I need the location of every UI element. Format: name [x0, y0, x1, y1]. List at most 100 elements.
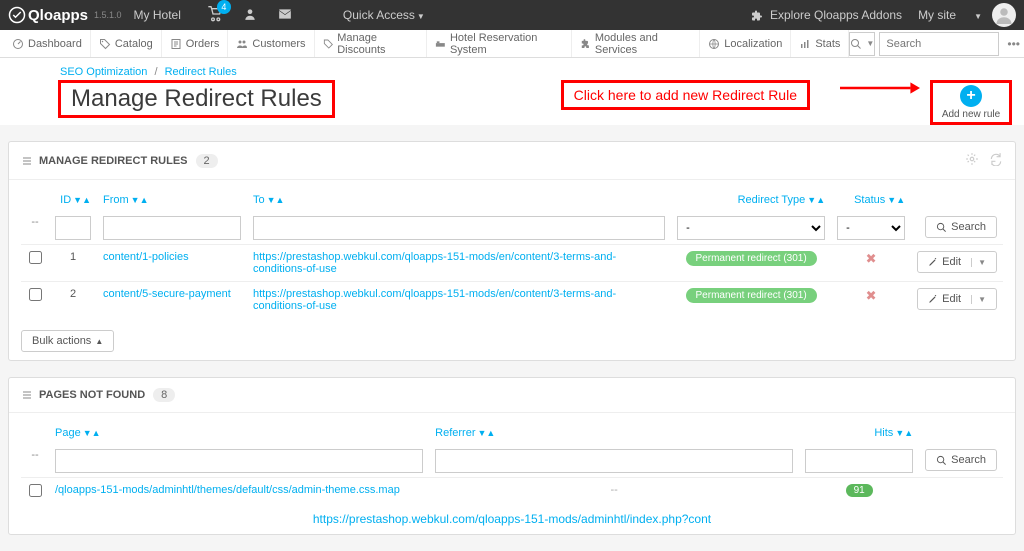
filter-hits[interactable]	[805, 449, 913, 473]
panel-header: PAGES NOT FOUND 8	[9, 378, 1015, 413]
panel-count: 8	[153, 388, 175, 402]
pencil-icon	[928, 294, 938, 304]
mail-icon[interactable]	[277, 7, 293, 24]
nav-hrs[interactable]: Hotel Reservation System	[427, 30, 572, 57]
brand-logo[interactable]: Qloapps	[8, 6, 88, 24]
filter-id[interactable]	[55, 216, 91, 240]
topbar: Qloapps 1.5.1.0 My Hotel 4 Quick Access▼…	[0, 0, 1024, 30]
me-dropdown[interactable]: ▼	[972, 8, 982, 22]
row-to[interactable]: https://prestashop.webkul.com/qloapps-15…	[253, 251, 616, 275]
puzzle-icon	[751, 10, 763, 22]
list-icon	[21, 389, 33, 401]
panel-title: PAGES NOT FOUND	[39, 389, 145, 401]
version: 1.5.1.0	[94, 10, 122, 20]
navbar: Dashboard Catalog Orders Customers Manag…	[0, 30, 1024, 58]
plus-icon: +	[960, 85, 982, 107]
search-icon	[850, 38, 862, 50]
page-title: Manage Redirect Rules	[58, 80, 335, 118]
filter-type[interactable]: -	[677, 216, 825, 240]
filter-referrer[interactable]	[435, 449, 793, 473]
quick-access[interactable]: Quick Access▼	[343, 8, 425, 22]
panel-redirect-rules: MANAGE REDIRECT RULES 2 ID▼▲ From▼▲ To▼▲…	[8, 141, 1016, 361]
col-status[interactable]: Status▼▲	[831, 188, 911, 212]
gear-icon[interactable]	[965, 152, 979, 169]
brand-name: Qloapps	[28, 7, 88, 24]
search-icon	[936, 222, 947, 233]
user-icon[interactable]	[243, 7, 257, 24]
nav-search-button[interactable]: ▼	[849, 32, 875, 56]
breadcrumb-a[interactable]: SEO Optimization	[60, 66, 147, 78]
search-button[interactable]: Search	[925, 216, 997, 238]
nav-catalog[interactable]: Catalog	[91, 30, 162, 57]
callout-box: Click here to add new Redirect Rule	[561, 80, 810, 110]
row-page[interactable]: /qloapps-151-mods/adminhtl/themes/defaul…	[55, 484, 400, 496]
my-hotel-link[interactable]: My Hotel	[134, 8, 181, 22]
table-row: 2 content/5-secure-payment https://prest…	[21, 282, 1003, 319]
table-row: 1 content/1-policies https://prestashop.…	[21, 245, 1003, 282]
edit-button[interactable]: Edit▼	[917, 251, 997, 273]
panel-not-found: PAGES NOT FOUND 8 Page▼▲ Referrer▼▲ Hits…	[8, 377, 1016, 535]
redirect-type-badge: Permanent redirect (301)	[686, 251, 817, 266]
nav-dashboard[interactable]: Dashboard	[4, 30, 91, 57]
nav-orders[interactable]: Orders	[162, 30, 229, 57]
row-id: 2	[49, 282, 97, 319]
row-from[interactable]: content/5-secure-payment	[103, 288, 231, 300]
panel-title: MANAGE REDIRECT RULES	[39, 155, 188, 167]
select-all-toggle[interactable]: --	[21, 445, 49, 478]
pencil-icon	[928, 257, 938, 267]
panel-count: 2	[196, 154, 218, 168]
col-referrer[interactable]: Referrer▼▲	[429, 421, 799, 445]
nav-modules[interactable]: Modules and Services	[572, 30, 700, 57]
add-new-rule-button[interactable]: + Add new rule	[930, 80, 1012, 125]
status-disabled-icon[interactable]: ✖	[866, 288, 877, 303]
cart-icon[interactable]: 4	[207, 6, 223, 25]
nav-stats[interactable]: Stats	[791, 30, 849, 57]
redirect-type-badge: Permanent redirect (301)	[686, 288, 817, 303]
col-id[interactable]: ID▼▲	[49, 188, 97, 212]
select-all-toggle[interactable]: --	[21, 212, 49, 245]
breadcrumb: SEO Optimization / Redirect Rules	[60, 66, 1012, 78]
nav-localization[interactable]: Localization	[700, 30, 791, 57]
col-page[interactable]: Page▼▲	[49, 421, 429, 445]
cart-badge: 4	[217, 0, 231, 14]
check-circle-icon	[8, 6, 26, 24]
row-checkbox[interactable]	[29, 288, 42, 301]
my-site-link[interactable]: My site	[918, 8, 956, 22]
notfound-table: Page▼▲ Referrer▼▲ Hits▼▲ -- Search /qloa…	[21, 421, 1003, 506]
table-row: /qloapps-151-mods/adminhtl/themes/defaul…	[21, 478, 1003, 507]
breadcrumb-b[interactable]: Redirect Rules	[165, 66, 237, 78]
avatar[interactable]	[992, 3, 1016, 27]
filter-to[interactable]	[253, 216, 665, 240]
addons-link[interactable]: Explore Qloapps Addons	[751, 8, 902, 22]
row-referrer: --	[610, 484, 617, 496]
truncated-url[interactable]: https://prestashop.webkul.com/qloapps-15…	[21, 506, 1003, 526]
row-id: 1	[49, 245, 97, 282]
edit-button[interactable]: Edit▼	[917, 288, 997, 310]
nav-search-input[interactable]	[879, 32, 999, 56]
row-checkbox[interactable]	[29, 484, 42, 497]
search-icon	[936, 455, 947, 466]
filter-page[interactable]	[55, 449, 423, 473]
col-to[interactable]: To▼▲	[247, 188, 671, 212]
col-hits[interactable]: Hits▼▲	[799, 421, 919, 445]
page-header: SEO Optimization / Redirect Rules Manage…	[0, 58, 1024, 125]
col-from[interactable]: From▼▲	[97, 188, 247, 212]
nav-customers[interactable]: Customers	[228, 30, 314, 57]
nav-discounts[interactable]: Manage Discounts	[315, 30, 428, 57]
search-button[interactable]: Search	[925, 449, 997, 471]
refresh-icon[interactable]	[989, 152, 1003, 169]
row-to[interactable]: https://prestashop.webkul.com/qloapps-15…	[253, 288, 616, 312]
list-icon	[21, 155, 33, 167]
arrow-icon	[840, 80, 920, 99]
filter-status[interactable]: -	[837, 216, 905, 240]
nav-more-icon[interactable]: •••	[1007, 37, 1020, 51]
filter-from[interactable]	[103, 216, 241, 240]
panel-header: MANAGE REDIRECT RULES 2	[9, 142, 1015, 180]
redirect-table: ID▼▲ From▼▲ To▼▲ Redirect Type▼▲ Status▼…	[21, 188, 1003, 318]
bulk-actions-button[interactable]: Bulk actions ▲	[21, 330, 114, 352]
row-from[interactable]: content/1-policies	[103, 251, 189, 263]
status-disabled-icon[interactable]: ✖	[866, 251, 877, 266]
hits-badge: 91	[846, 484, 873, 497]
col-type[interactable]: Redirect Type▼▲	[671, 188, 831, 212]
row-checkbox[interactable]	[29, 251, 42, 264]
